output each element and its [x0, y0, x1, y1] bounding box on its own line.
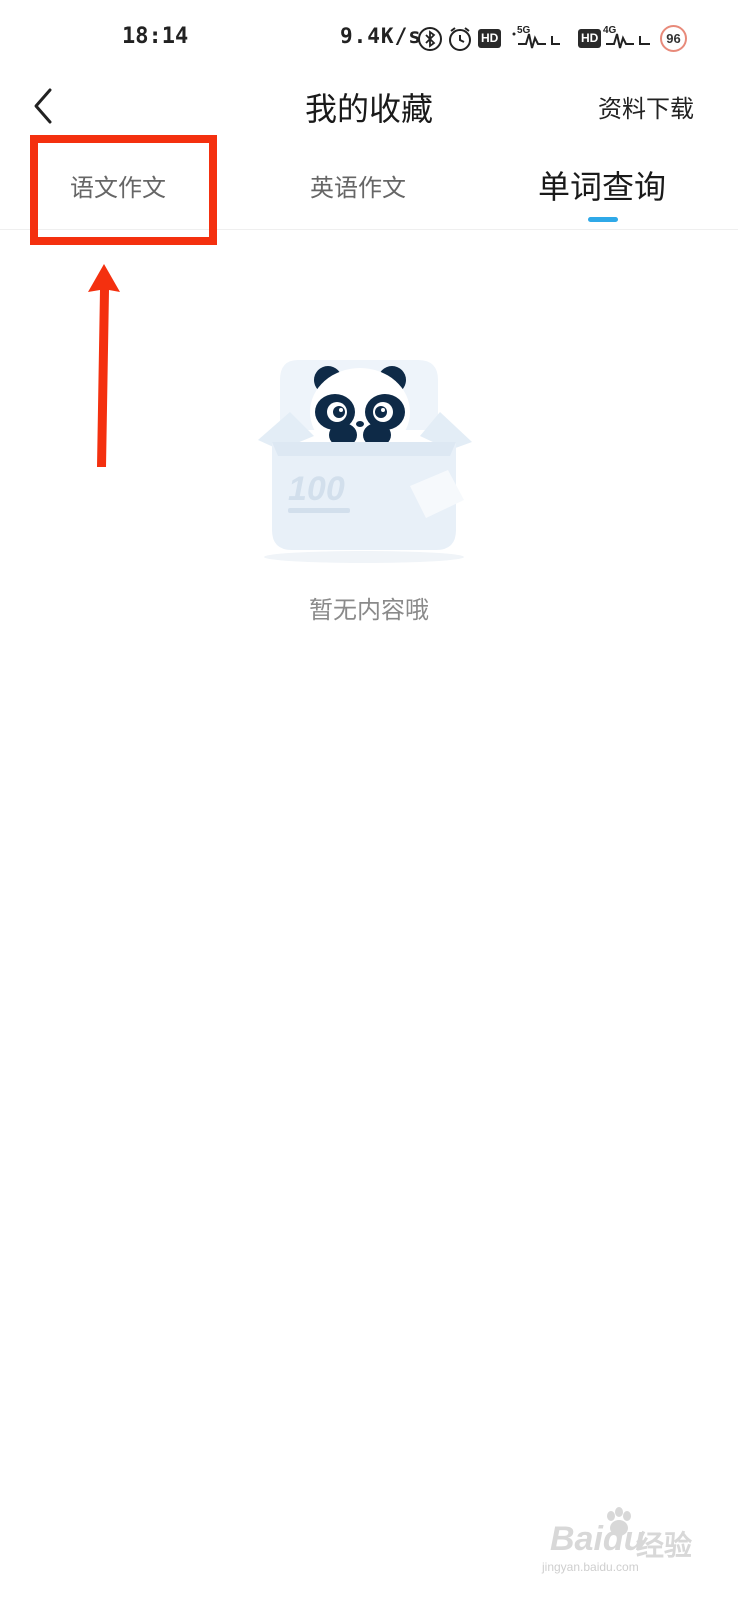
hd-icon: HD — [478, 29, 502, 48]
signal-4g-icon — [600, 30, 658, 54]
tab-bar: 语文作文 英语作文 单词查询 — [0, 140, 738, 230]
box-print-number: 100 — [288, 470, 345, 508]
battery-icon: 96 — [660, 25, 687, 52]
nav-bar: 我的收藏 资料下载 — [0, 80, 738, 130]
status-time: 18:14 — [122, 24, 189, 49]
network-speed: 9.4K/s — [340, 24, 422, 48]
watermark-logo: Baidu — [550, 1520, 645, 1558]
signal-5g-icon — [512, 30, 572, 54]
annotation-arrow — [88, 264, 120, 467]
hd-icon: HD — [578, 29, 602, 48]
watermark-url: jingyan.baidu.com — [542, 1560, 639, 1574]
download-link[interactable]: 资料下载 — [598, 89, 694, 124]
empty-state-message: 暂无内容哦 — [309, 596, 429, 624]
alarm-icon — [447, 26, 473, 56]
status-bar: 18:14 9.4K/s HD 5G HD 4G 96 — [0, 0, 738, 80]
tab-word-lookup[interactable]: 单词查询 — [538, 162, 666, 208]
panda-in-box-illustration: 100 — [250, 350, 480, 565]
watermark: Baidu 经验 jingyan.baidu.com — [540, 1500, 720, 1580]
watermark-chinese: 经验 — [636, 1529, 693, 1562]
tab-english-essay[interactable]: 英语作文 — [310, 168, 406, 203]
bluetooth-icon — [418, 26, 442, 56]
tab-chinese-essay[interactable]: 语文作文 — [70, 168, 166, 203]
active-tab-indicator — [588, 217, 618, 222]
